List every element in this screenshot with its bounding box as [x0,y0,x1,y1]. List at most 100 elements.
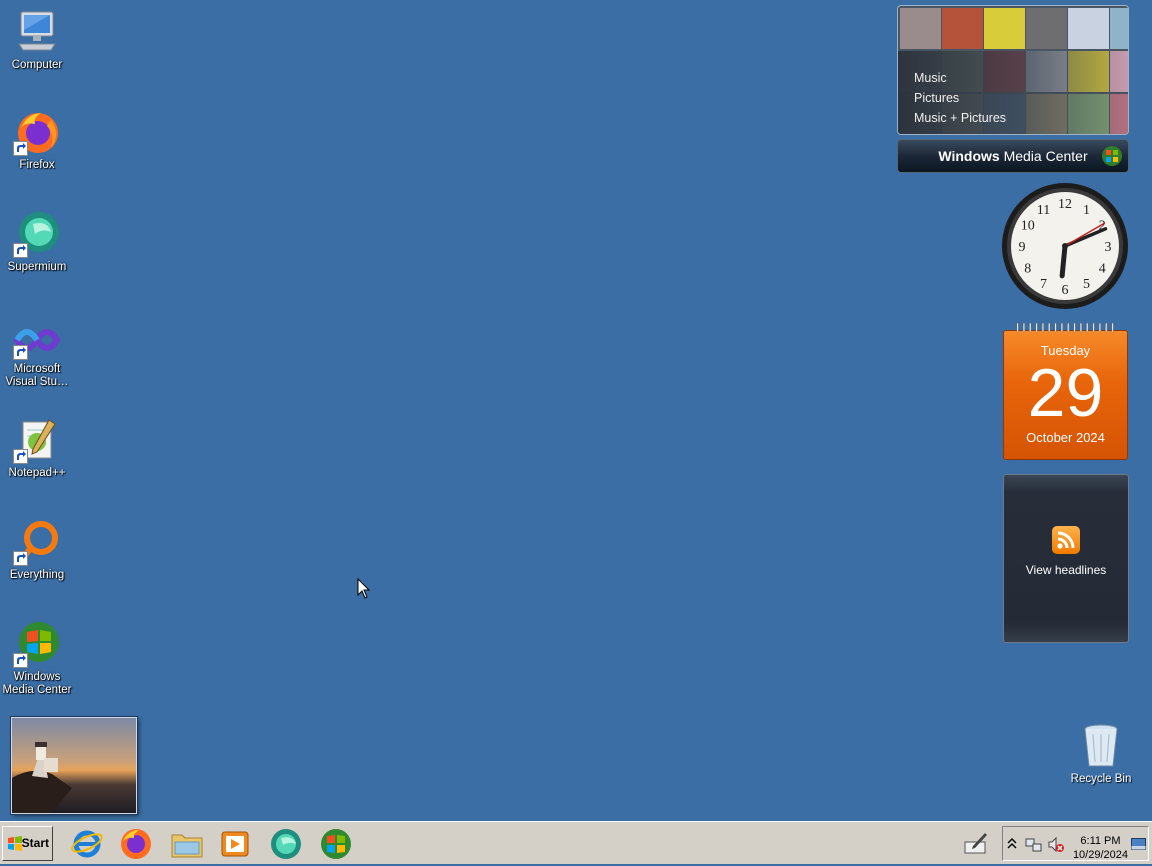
supermium-icon [13,210,61,258]
desktop-icon-firefox[interactable]: Firefox [0,108,74,172]
calendar-page: Tuesday 29 October 2024 [1003,330,1128,460]
calendar-ring [1098,323,1101,333]
recycle-bin-label: Recycle Bin [1070,773,1132,785]
media-center-bar[interactable]: Windows Media Center [897,139,1129,173]
media-center-icon [13,620,61,668]
calendar-binding-rings [1016,323,1114,333]
taskbar-internet-explorer[interactable] [70,827,104,861]
slideshow-gadget[interactable] [11,717,137,814]
menu-item-music[interactable]: Music [914,68,1006,88]
calendar-ring [1073,323,1076,333]
calendar-ring [1029,323,1032,333]
clock-numeral: 5 [1083,277,1090,292]
view-headlines-link[interactable]: View headlines [1004,563,1128,577]
windows-logo-icon [8,836,22,851]
notepadpp-icon [13,416,61,464]
start-button[interactable]: Start [2,826,53,861]
desktop-icon-visual-studio[interactable]: Microsoft Visual Stu… [0,320,74,389]
volume-muted-icon[interactable] [1047,836,1065,854]
calendar-month-year: October 2024 [1026,430,1105,445]
desktop-icon-recycle-bin[interactable]: Recycle Bin [1066,722,1136,785]
calendar-ring [1086,323,1089,333]
show-desktop-icon[interactable] [1131,838,1146,850]
desktop-icon-label: Microsoft Visual Stu… [5,363,69,388]
menu-item-pictures[interactable]: Pictures [914,88,1006,108]
computer-icon [13,8,61,56]
tray-clock[interactable]: 6:11 PM 10/29/2024 [1073,834,1128,862]
calendar-ring [1054,323,1057,333]
desktop-icon-supermium[interactable]: Supermium [0,210,74,274]
calendar-ring [1111,323,1114,333]
calendar-ring [1067,323,1070,333]
lighthouse-photo [12,742,72,813]
calendar-ring [1048,323,1051,333]
recycle-bin-icon [1077,722,1125,770]
menu-item-music-pictures[interactable]: Music + Pictures [914,108,1006,128]
calendar-date: 29 [1027,355,1104,431]
mouse-cursor-icon [357,578,371,599]
clock-gadget[interactable]: 1 2 3 4 5 6 7 8 9 10 11 12 [1001,182,1129,310]
file-explorer-icon [171,834,203,858]
firefox-icon [121,829,151,859]
start-label: Start [21,836,49,850]
desktop-icon-label: Supermium [7,261,67,273]
shortcut-arrow-icon [13,653,28,668]
desktop-icon-everything[interactable]: Everything [0,518,74,582]
desktop-icon-notepadpp[interactable]: Notepad++ [0,416,74,480]
clock-numeral: 6 [1062,283,1069,298]
show-hidden-icons-chevron-icon[interactable] [1007,838,1017,850]
calendar-ring [1060,323,1063,333]
calendar-ring [1092,323,1095,333]
clock-numeral: 10 [1021,219,1035,234]
shortcut-arrow-icon [13,243,28,258]
calendar-ring [1016,323,1019,333]
clock-numeral: 4 [1099,262,1106,277]
media-center-menu: Music Pictures Music + Pictures [914,68,1006,128]
calendar-ring [1079,323,1082,333]
calendar-ring [1022,323,1025,333]
taskbar-media-player[interactable] [218,827,252,861]
desktop-icon-label: Firefox [19,159,55,171]
desktop-icon-media-center[interactable]: Windows Media Center [0,620,74,697]
calendar-ring [1105,323,1108,333]
shortcut-arrow-icon [13,345,28,360]
taskbar-supermium[interactable] [269,827,303,861]
clock-numeral: 7 [1040,277,1047,292]
clock-numeral: 11 [1037,203,1050,218]
taskbar-file-explorer[interactable] [170,827,204,861]
clock-numeral: 1 [1083,203,1090,218]
pen-input-icon[interactable] [963,830,989,861]
taskbar-firefox[interactable] [119,827,153,861]
clock-numeral: 3 [1105,240,1112,255]
clock-hour-hand [1059,243,1068,279]
network-icon[interactable] [1025,836,1043,854]
desktop-icon-label: Windows Media Center [2,671,72,696]
desktop-icon-label: Everything [9,569,65,581]
clock-numeral: 9 [1019,240,1026,255]
media-center-icon [321,829,351,859]
shortcut-arrow-icon [13,551,28,566]
media-center-bar-bold: Windows [938,148,1000,164]
system-tray: 6:11 PM 10/29/2024 [1002,826,1149,861]
firefox-icon [13,108,61,156]
calendar-gadget[interactable]: Tuesday 29 October 2024 [1003,323,1128,460]
taskbar-media-center[interactable] [319,827,353,861]
supermium-icon [271,829,301,859]
shortcut-arrow-icon [13,141,28,156]
everything-icon [13,518,61,566]
visual-studio-icon [13,320,61,360]
media-center-tiles: Music Pictures Music + Pictures [897,5,1129,135]
clock-numeral: 12 [1058,197,1072,212]
calendar-ring [1035,323,1038,333]
desktop-icon-label: Computer [11,59,63,71]
shortcut-arrow-icon [13,449,28,464]
taskbar: Start 6:11 PM 10/29/2024 [0,821,1152,864]
feed-headlines-gadget[interactable]: View headlines [1003,474,1129,643]
media-center-bar-text: Media Center [999,148,1088,164]
rss-icon [1052,526,1080,554]
desktop-icon-computer[interactable]: Computer [0,8,74,72]
clock-numeral: 8 [1024,262,1031,277]
media-center-logo-icon [1102,146,1122,166]
tray-time: 6:11 PM [1080,835,1121,847]
media-player-icon [221,831,249,857]
